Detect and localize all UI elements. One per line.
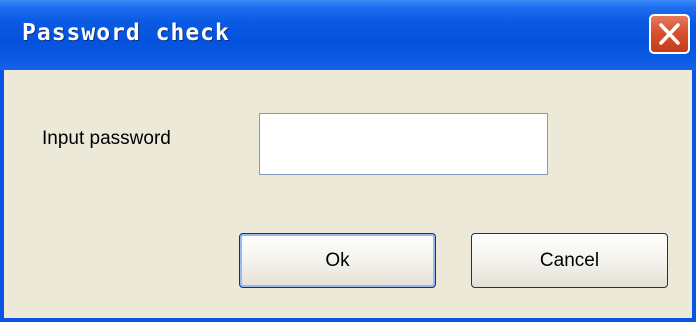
dialog-body: Input password Ok Cancel — [4, 70, 692, 318]
window-title: Password check — [22, 20, 230, 46]
password-input[interactable] — [259, 113, 548, 175]
ok-button[interactable]: Ok — [239, 233, 436, 288]
password-check-dialog: Password check Input password Ok Cancel — [0, 0, 696, 322]
cancel-button[interactable]: Cancel — [471, 233, 668, 288]
close-icon — [659, 23, 680, 45]
close-button[interactable] — [649, 14, 690, 54]
title-bar[interactable]: Password check — [0, 0, 696, 70]
password-label: Input password — [42, 128, 171, 149]
